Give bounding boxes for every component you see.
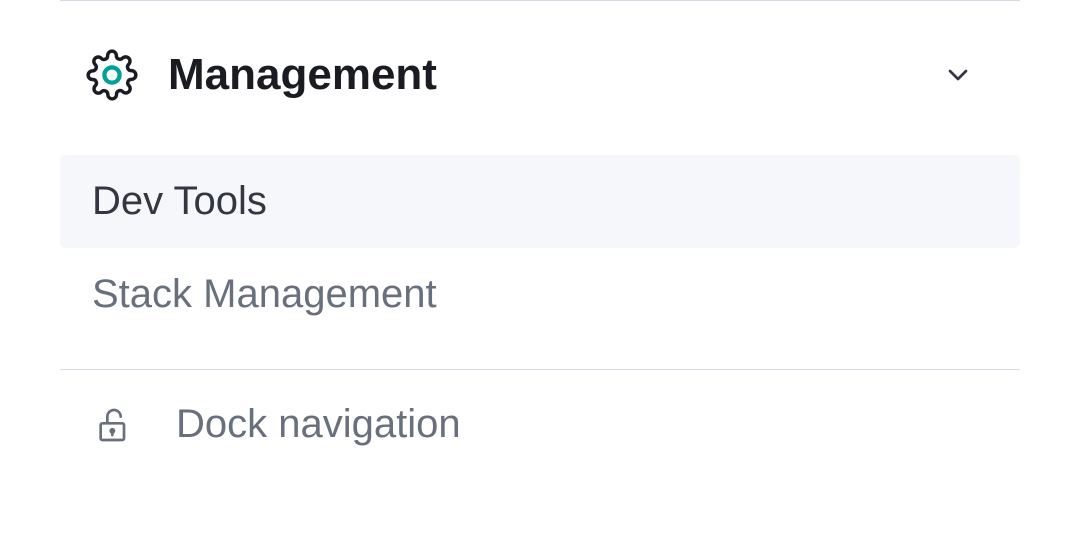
nav-item-label: Stack Management	[92, 272, 437, 316]
chevron-down-icon	[940, 57, 976, 93]
nav-item-dev-tools[interactable]: Dev Tools	[60, 155, 1020, 248]
sidebar-nav: Management Dev Tools Stack Management Do…	[0, 0, 1080, 451]
dock-navigation-label: Dock navigation	[176, 402, 461, 447]
nav-section-header-management[interactable]: Management	[60, 31, 1020, 119]
dock-navigation-toggle[interactable]: Dock navigation	[60, 398, 1020, 451]
nav-item-stack-management[interactable]: Stack Management	[60, 248, 1020, 341]
unlock-icon	[92, 403, 136, 447]
gear-icon	[84, 47, 140, 103]
divider	[60, 369, 1020, 370]
nav-section-title: Management	[168, 50, 940, 100]
nav-items: Dev Tools Stack Management	[60, 155, 1020, 341]
divider	[60, 0, 1020, 1]
nav-item-label: Dev Tools	[92, 179, 267, 223]
